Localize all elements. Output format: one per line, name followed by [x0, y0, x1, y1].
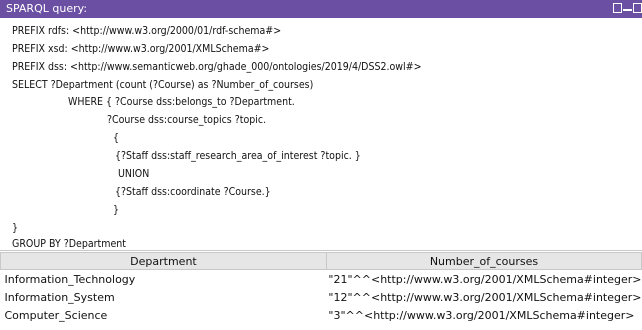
course-count-cell: "3"^^<http://www.w3.org/2001/XMLSchema#i… — [328, 308, 635, 322]
window-titlebar: SPARQL query: — [0, 0, 642, 18]
query-line: PREFIX dss: <http://www.semanticweb.org/… — [12, 60, 422, 73]
window-title: SPARQL query: — [6, 2, 88, 15]
table-row[interactable]: Information_Technology "21"^^<http://www… — [1, 270, 642, 289]
restore-icon[interactable] — [613, 3, 622, 13]
query-line: SELECT ?Department (count (?Course) as ?… — [12, 78, 314, 91]
query-line: } — [113, 203, 120, 216]
query-line: WHERE { ?Course dss:belongs_to ?Departme… — [68, 95, 295, 108]
query-line: GROUP BY ?Department — [12, 237, 127, 250]
query-line: {?Staff dss:staff_research_area_of_inter… — [115, 149, 361, 162]
clipped-text-fragment: · · ·· ·· ·· ·· · · — [4, 18, 69, 23]
window-controls — [613, 3, 642, 15]
maximize-icon[interactable] — [633, 3, 642, 13]
column-header-department[interactable]: Department — [0, 252, 327, 270]
department-cell: Computer_Science — [4, 308, 108, 322]
query-line: PREFIX xsd: <http://www.w3.org/2001/XMLS… — [12, 42, 270, 55]
query-line: PREFIX rdfs: <http://www.w3.org/2000/01/… — [12, 24, 282, 37]
query-line: {?Staff dss:coordinate ?Course.} — [115, 185, 271, 198]
query-line: ?Course dss:course_topics ?topic. — [107, 113, 267, 126]
course-count-cell: "12"^^<http://www.w3.org/2001/XMLSchema#… — [328, 290, 642, 304]
query-line: UNION — [118, 167, 150, 180]
query-line: } — [12, 221, 19, 234]
minimize-icon[interactable] — [623, 3, 632, 11]
table-row[interactable]: Information_System "12"^^<http://www.w3.… — [1, 288, 642, 306]
results-table: Department Number_of_courses Information… — [0, 252, 642, 324]
department-cell: Information_Technology — [4, 272, 136, 286]
query-line: { — [113, 131, 120, 144]
department-cell: Information_System — [4, 290, 115, 304]
table-row[interactable]: Computer_Science "3"^^<http://www.w3.org… — [1, 306, 642, 324]
query-editor[interactable]: · · ·· ·· ·· ·· · · PREFIX rdfs: <http:/… — [0, 18, 642, 251]
course-count-cell: "21"^^<http://www.w3.org/2001/XMLSchema#… — [328, 272, 642, 286]
results-panel: Department Number_of_courses Information… — [0, 252, 642, 330]
table-header-row: Department Number_of_courses — [0, 252, 642, 270]
column-header-number-of-courses[interactable]: Number_of_courses — [325, 252, 642, 270]
